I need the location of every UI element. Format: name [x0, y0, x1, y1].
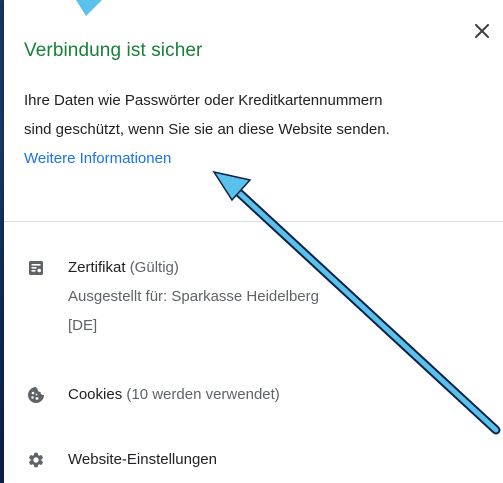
- close-icon: [475, 24, 489, 38]
- site-info-popup: Verbindung ist sicher Ihre Daten wie Pas…: [4, 0, 503, 483]
- site-settings-row[interactable]: Website-Einstellungen: [4, 445, 503, 475]
- site-settings-text: Website-Einstellungen: [68, 451, 217, 468]
- certificate-country: [DE]: [68, 317, 98, 334]
- certificate-icon: [26, 258, 46, 278]
- connection-description: Ihre Daten wie Passwörter oder Kreditkar…: [24, 86, 494, 144]
- cookies-row[interactable]: Cookies (10 werden verwendet): [4, 380, 503, 410]
- divider: [4, 221, 503, 222]
- certificate-status: (Gültig): [129, 259, 179, 276]
- certificate-text: Zertifikat (Gültig) Ausgestellt für: Spa…: [68, 253, 319, 340]
- cookies-text: Cookies (10 werden verwendet): [68, 380, 280, 409]
- more-info-link[interactable]: Weitere Informationen: [24, 150, 171, 167]
- certificate-row[interactable]: Zertifikat (Gültig) Ausgestellt für: Spa…: [4, 253, 503, 343]
- certificate-issued-to: Ausgestellt für: Sparkasse Heidelberg: [68, 288, 319, 305]
- cookies-status: (10 werden verwendet): [126, 386, 280, 403]
- connection-secure-title: Verbindung ist sicher: [24, 40, 203, 61]
- certificate-label: Zertifikat: [68, 259, 126, 276]
- close-button[interactable]: [471, 20, 493, 42]
- gear-icon: [26, 450, 46, 470]
- cookies-label: Cookies: [68, 386, 123, 403]
- cookie-icon: [26, 385, 46, 405]
- description-line-2: sind geschützt, wenn Sie sie an diese We…: [24, 121, 390, 138]
- description-line-1: Ihre Daten wie Passwörter oder Kreditkar…: [24, 92, 383, 109]
